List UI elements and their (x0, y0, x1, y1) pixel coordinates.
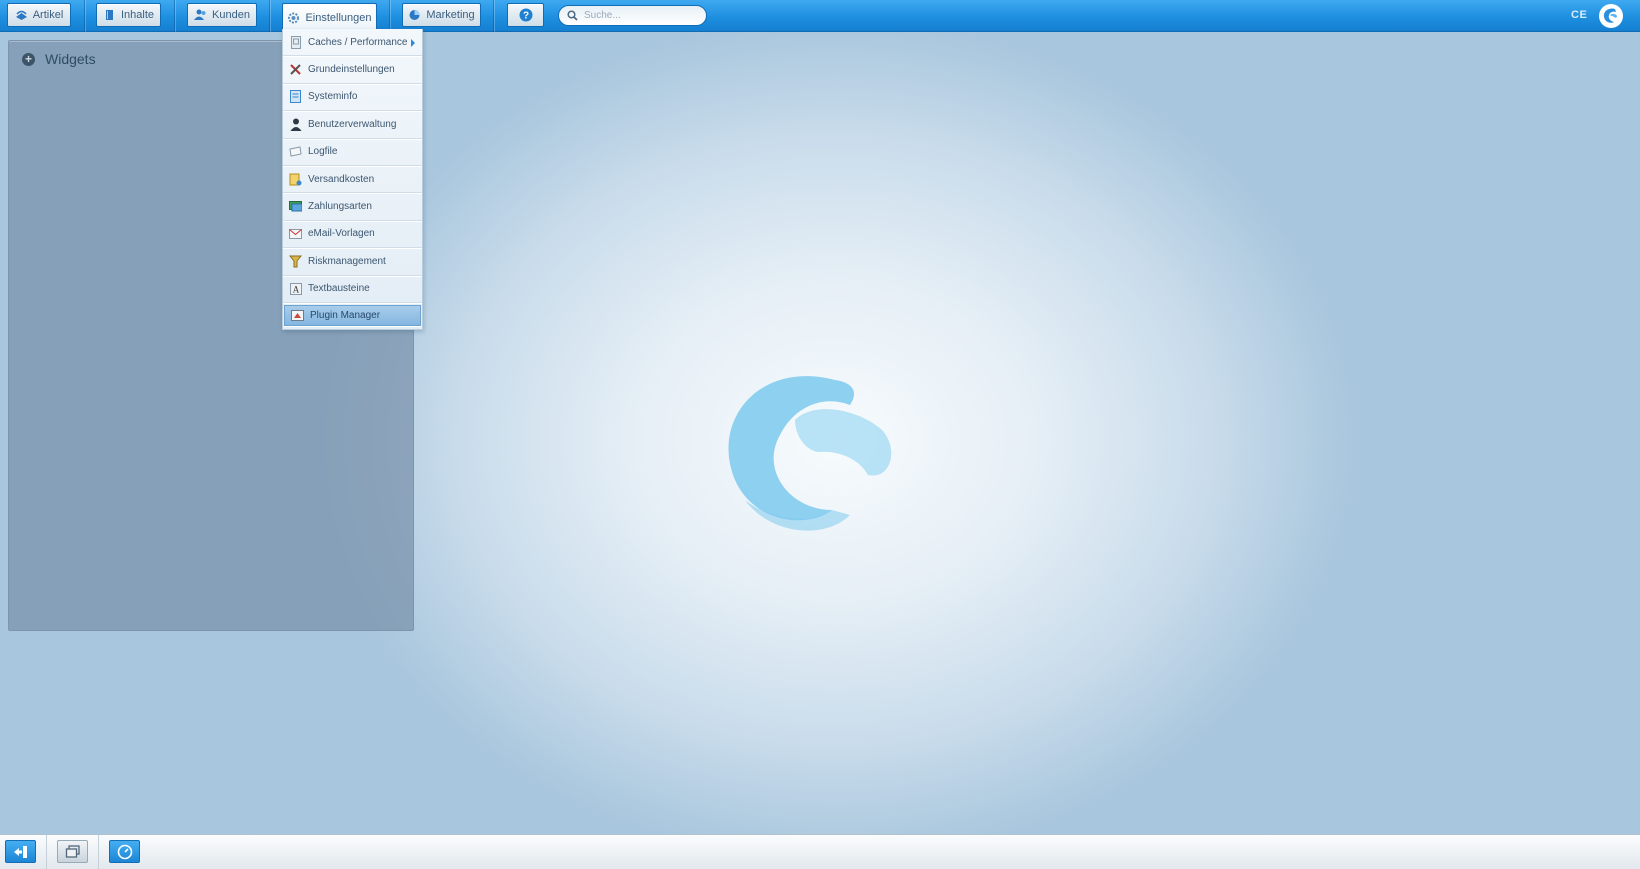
search-box[interactable] (558, 5, 707, 26)
users-icon (194, 9, 206, 20)
gear-icon (288, 12, 300, 24)
menu-einstellungen-button[interactable]: Einstellungen (282, 3, 377, 32)
menu-label: Artikel (32, 9, 64, 21)
menu-item-versandkosten[interactable]: Versandkosten (283, 166, 422, 194)
menu-item-zahlungsarten[interactable]: Zahlungsarten (283, 193, 422, 221)
dashboard-button[interactable] (109, 840, 140, 863)
menu-label: Marketing (426, 9, 475, 21)
cache-icon (289, 35, 302, 49)
plugin-icon (291, 309, 304, 322)
windows-icon (65, 845, 80, 858)
menu-item-benutzerverwaltung[interactable]: Benutzerverwaltung (283, 111, 422, 139)
svg-text:?: ? (522, 11, 528, 22)
menu-marketing-button[interactable]: Marketing (402, 3, 481, 27)
menu-item-plugin-manager[interactable]: Plugin Manager (284, 304, 421, 326)
shopware-logo-icon[interactable] (1598, 3, 1624, 29)
pie-chart-icon (409, 10, 420, 20)
windows-overview-button[interactable] (57, 840, 88, 863)
widgets-title: Widgets (45, 51, 96, 67)
logout-button[interactable] (5, 840, 36, 863)
menu-item-label: Caches / Performance (308, 36, 408, 48)
svg-text:A: A (292, 284, 299, 294)
text-icon: A (289, 282, 302, 295)
menu-item-caches-performance[interactable]: Caches / Performance (283, 29, 422, 57)
help-icon: ? (519, 8, 532, 22)
menu-item-label: Zahlungsarten (308, 201, 372, 213)
menu-item-label: Benutzerverwaltung (308, 118, 397, 130)
log-icon (289, 145, 302, 158)
tools-icon (289, 63, 302, 76)
document-icon (289, 90, 302, 104)
risk-icon (289, 255, 302, 268)
menu-label: Kunden (212, 9, 250, 21)
menu-item-label: Logfile (308, 146, 338, 158)
payment-icon (289, 200, 302, 213)
background-logo (728, 376, 892, 531)
dashboard-icon (117, 844, 132, 859)
menu-item-label: Versandkosten (308, 173, 375, 185)
search-input[interactable] (584, 10, 699, 21)
top-navigation-bar: Artikel Inhalte Kunden Einstellungen Mar… (0, 0, 1640, 32)
menu-item-grundeinstellungen[interactable]: Grundeinstellungen (283, 56, 422, 84)
bottom-taskbar (0, 834, 1640, 869)
search-icon (567, 10, 578, 21)
user-icon (289, 118, 302, 131)
menu-artikel-button[interactable]: Artikel (7, 3, 71, 27)
menu-item-textbausteine[interactable]: A Textbausteine (283, 276, 422, 303)
menu-kunden-button[interactable]: Kunden (187, 3, 257, 27)
menu-item-systeminfo[interactable]: Systeminfo (283, 84, 422, 112)
menu-item-email-vorlagen[interactable]: eMail-Vorlagen (283, 221, 422, 249)
menu-item-label: eMail-Vorlagen (308, 228, 375, 240)
menu-item-label: Textbausteine (308, 283, 370, 295)
menu-inhalte-button[interactable]: Inhalte (96, 3, 161, 27)
menu-item-label: Grundeinstellungen (308, 64, 395, 76)
menu-item-label: Plugin Manager (310, 309, 381, 321)
shipping-icon (289, 173, 302, 186)
stack-icon (15, 10, 27, 20)
menu-item-logfile[interactable]: Logfile (283, 139, 422, 166)
edition-label: CE (1571, 9, 1588, 21)
menu-item-label: Riskmanagement (308, 255, 386, 267)
mail-icon (289, 227, 302, 240)
book-icon (105, 10, 113, 20)
menu-item-riskmanagement[interactable]: Riskmanagement (283, 248, 422, 276)
menu-label: Inhalte (120, 9, 155, 21)
widgets-header[interactable]: + Widgets (22, 51, 96, 67)
help-button[interactable]: ? (507, 3, 544, 27)
submenu-arrow-icon (411, 39, 415, 47)
logout-icon (13, 845, 27, 858)
menu-label: Einstellungen (305, 12, 372, 24)
menu-item-label: Systeminfo (308, 91, 358, 103)
einstellungen-dropdown-menu: Caches / Performance Grundeinstellungen … (282, 29, 423, 330)
add-widget-icon[interactable]: + (22, 52, 35, 66)
